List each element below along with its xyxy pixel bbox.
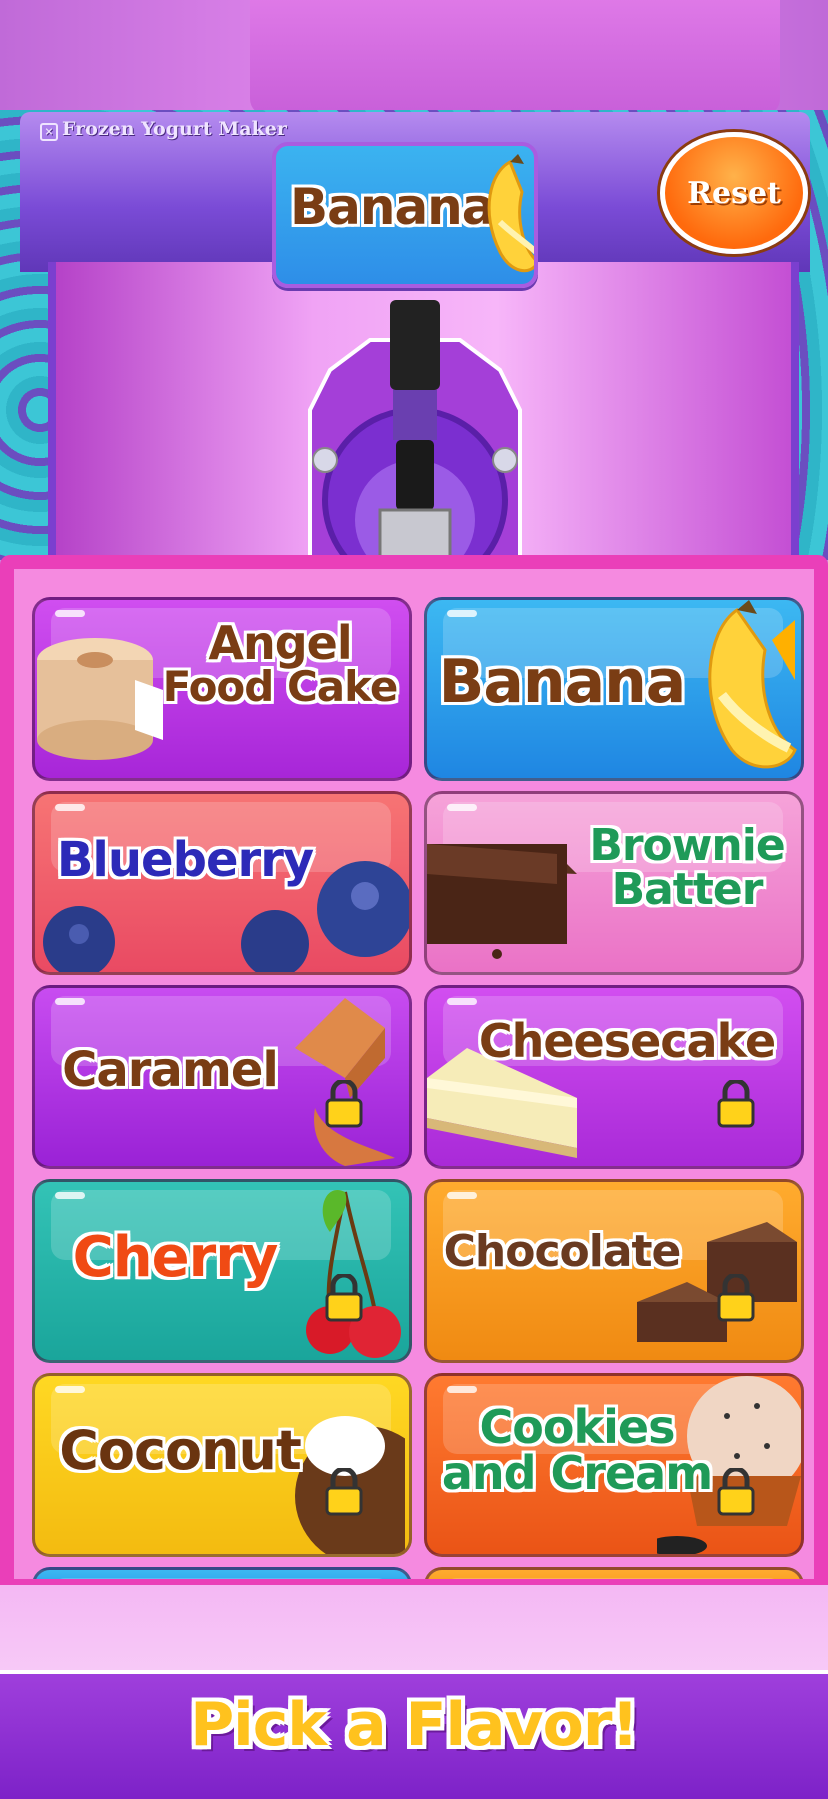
banana-icon	[708, 600, 797, 769]
flavor-label: Brownie Batter	[577, 824, 797, 912]
lock-icon	[325, 1468, 363, 1516]
lock-icon	[717, 1468, 755, 1516]
bottom-strip	[0, 1585, 828, 1670]
flavor-label-line1: Chocolate	[443, 1226, 682, 1277]
flavor-label-line1: Caramel	[62, 1042, 279, 1098]
flavor-label-line1: Blueberry	[56, 832, 314, 888]
flavor-label-line1: Cheesecake	[478, 1014, 776, 1068]
machine-top-cap	[250, 0, 780, 115]
flavor-label: Cookies and Cream	[437, 1404, 717, 1496]
flavor-tile-brownie-batter[interactable]: Brownie Batter	[424, 791, 804, 975]
flavor-label-line1: Angel	[208, 616, 352, 670]
flavor-tile-cookies-and-cream[interactable]: Cookies and Cream	[424, 1373, 804, 1557]
flavor-tile-banana[interactable]: Banana	[424, 597, 804, 781]
flavor-label: Blueberry	[55, 836, 315, 884]
flavor-label: Banana	[437, 652, 687, 712]
lock-icon	[717, 1080, 755, 1128]
flavor-label: Angel Food Cake	[155, 620, 405, 708]
lock-icon	[325, 1080, 363, 1128]
flavor-label-line2: Food Cake	[162, 662, 399, 711]
angel-food-cake-icon	[37, 638, 163, 760]
banana-icon	[487, 154, 534, 273]
flavor-label: Chocolate	[437, 1230, 687, 1274]
dispenser-lever-icon	[308, 300, 522, 562]
flavor-tile-chocolate[interactable]: Chocolate	[424, 1179, 804, 1363]
reset-button[interactable]: Reset	[660, 132, 808, 254]
flavor-list[interactable]: Angel Food Cake Banana Blueberry Brownie…	[14, 569, 814, 1579]
flavor-tile-partial[interactable]	[424, 1567, 804, 1579]
caramel-icon	[295, 998, 395, 1166]
flavor-label-line1: Banana	[438, 647, 687, 717]
brownie-icon	[427, 844, 577, 959]
flavor-tile-caramel[interactable]: Caramel	[32, 985, 412, 1169]
flavor-label-line2: and Cream	[441, 1446, 713, 1500]
flavor-label: Coconut	[45, 1424, 315, 1478]
flavor-label: Caramel	[45, 1046, 295, 1094]
flavor-panel: Angel Food Cake Banana Blueberry Brownie…	[0, 555, 828, 1585]
flavor-tile-angel-food-cake[interactable]: Angel Food Cake	[32, 597, 412, 781]
flavor-label-line1: Cookies	[479, 1400, 676, 1454]
flavor-tile-coconut[interactable]: Coconut	[32, 1373, 412, 1557]
flavor-tile-cherry[interactable]: Cherry	[32, 1179, 412, 1363]
current-flavor-badge: Banana	[272, 142, 538, 288]
flavor-tile-blueberry[interactable]: Blueberry	[32, 791, 412, 975]
flavor-tile-cheesecake[interactable]: Cheesecake	[424, 985, 804, 1169]
flavor-label-line1: Coconut	[59, 1419, 302, 1482]
current-flavor-label: Banana	[290, 178, 496, 236]
flavor-label-line1: Cherry	[72, 1225, 279, 1290]
flavor-label: Cherry	[45, 1230, 305, 1286]
flavor-label: Cheesecake	[457, 1018, 797, 1064]
app-title-label: Frozen Yogurt Maker	[62, 118, 287, 140]
flavor-label-line1: Brownie	[589, 820, 785, 871]
flavor-grid: Angel Food Cake Banana Blueberry Brownie…	[32, 597, 804, 1579]
reset-button-label: Reset	[687, 175, 781, 211]
close-box-icon[interactable]: ×	[40, 123, 58, 141]
flavor-label-line2: Batter	[611, 864, 764, 915]
lock-icon	[717, 1274, 755, 1322]
lock-icon	[325, 1274, 363, 1322]
app-title: × Frozen Yogurt Maker	[40, 118, 287, 141]
flavor-tile-partial[interactable]	[32, 1567, 412, 1579]
pick-flavor-prompt: Pick a Flavor!	[190, 1690, 639, 1760]
